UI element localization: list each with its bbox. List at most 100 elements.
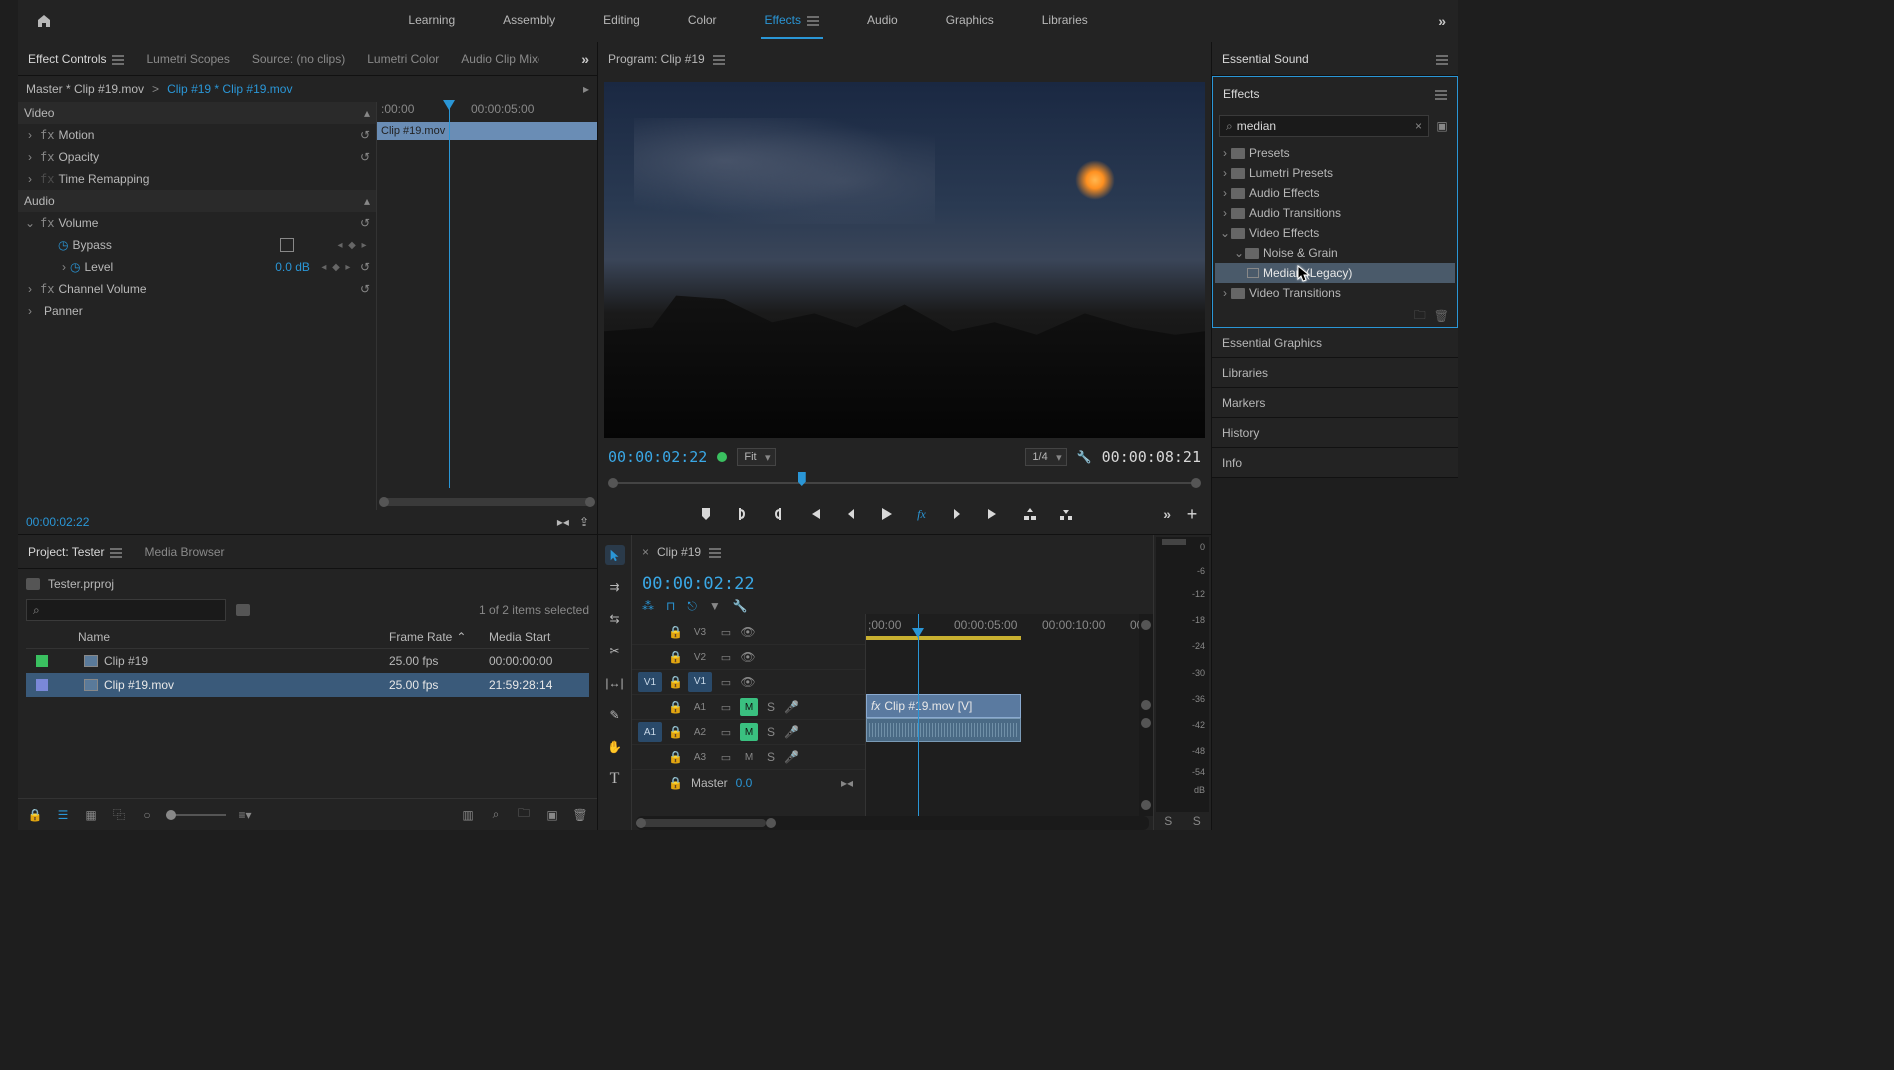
track-header-v2[interactable]: 🔒V2▭👁 <box>632 645 865 670</box>
tree-folder-audio-transitions[interactable]: ›Audio Transitions <box>1215 203 1455 223</box>
master-level[interactable]: 0.0 <box>736 776 753 790</box>
workspace-tab-editing[interactable]: Editing <box>599 3 644 39</box>
hamburger-icon[interactable] <box>1436 54 1448 64</box>
overflow-chevron-icon[interactable]: » <box>1438 13 1446 29</box>
tab-project[interactable]: Project: Tester <box>26 541 124 563</box>
timeline-vertical-scrollbar[interactable] <box>1139 614 1153 816</box>
lock-icon[interactable]: 🔒 <box>668 700 682 714</box>
eye-icon[interactable]: 👁 <box>740 650 756 664</box>
zoom-level-dropdown[interactable]: Fit <box>737 448 775 466</box>
effect-controls-timeline[interactable]: :00:00 00:00:05:00 Clip #19.mov <box>376 102 597 510</box>
tree-folder-lumetri-presets[interactable]: ›Lumetri Presets <box>1215 163 1455 183</box>
effects-search-field[interactable] <box>1237 119 1415 133</box>
reset-icon[interactable]: ↺ <box>360 260 370 274</box>
source-patch-v1[interactable]: V1 <box>638 672 662 692</box>
prev-keyframe-icon[interactable]: ◂ <box>318 262 330 273</box>
extract-button[interactable] <box>1057 505 1075 523</box>
ripple-edit-tool[interactable]: ⇆ <box>605 609 625 629</box>
mark-out-button[interactable] <box>769 505 787 523</box>
stopwatch-icon[interactable]: ◷ <box>58 238 68 252</box>
track-name[interactable]: A2 <box>688 727 712 738</box>
label-swatch[interactable] <box>36 655 48 667</box>
lock-icon[interactable]: 🔒 <box>26 808 44 822</box>
ec-current-time[interactable]: 00:00:02:22 <box>26 515 89 529</box>
fx-icon[interactable]: fx <box>40 128 54 142</box>
collapse-icon[interactable]: ▴ <box>364 194 370 208</box>
program-scrubber[interactable] <box>608 472 1201 492</box>
tab-lumetri-color[interactable]: Lumetri Color <box>365 48 441 70</box>
lock-icon[interactable]: 🔒 <box>668 650 682 664</box>
tree-folder-noise-grain[interactable]: ⌄Noise & Grain <box>1215 243 1455 263</box>
reset-icon[interactable]: ↺ <box>360 128 370 142</box>
ec-clip-bar[interactable]: Clip #19.mov <box>377 122 597 140</box>
twirl-icon[interactable]: › <box>24 304 36 318</box>
workspace-tab-learning[interactable]: Learning <box>404 3 459 39</box>
track-name[interactable]: V1 <box>688 672 712 692</box>
tree-effect-median-legacy[interactable]: Median (Legacy) <box>1215 263 1455 283</box>
panner-label[interactable]: Panner <box>44 304 370 318</box>
label-swatch[interactable] <box>36 679 48 691</box>
overflow-chevron-icon[interactable]: » <box>581 51 589 67</box>
hand-tool[interactable]: ✋ <box>605 737 625 757</box>
go-to-in-button[interactable] <box>805 505 823 523</box>
solo-button[interactable]: S <box>764 750 778 764</box>
bypass-checkbox[interactable] <box>280 238 294 252</box>
tab-audio-clip-mixer[interactable]: Audio Clip Mixer <box>459 48 539 70</box>
fx-icon[interactable]: fx <box>40 150 54 164</box>
tree-folder-presets[interactable]: ›Presets <box>1215 143 1455 163</box>
workspace-tab-audio[interactable]: Audio <box>863 3 902 39</box>
track-header-a2[interactable]: A1🔒A2▭MS🎤 <box>632 720 865 745</box>
column-name[interactable]: Name <box>56 630 389 644</box>
overflow-chevron-icon[interactable]: » <box>1163 506 1171 522</box>
essential-sound-header[interactable]: Essential Sound <box>1212 42 1458 76</box>
mute-button[interactable]: M <box>740 748 758 766</box>
razor-tool[interactable]: ✂ <box>605 641 625 661</box>
mute-button[interactable]: M <box>740 698 758 716</box>
track-header-a1[interactable]: 🔒A1▭MS🎤 <box>632 695 865 720</box>
list-view-icon[interactable]: ☰ <box>54 808 72 822</box>
history-panel-header[interactable]: History <box>1212 418 1458 448</box>
tree-folder-audio-effects[interactable]: ›Audio Effects <box>1215 183 1455 203</box>
workspace-tab-color[interactable]: Color <box>684 3 721 39</box>
track-select-tool[interactable]: ⇉ <box>605 577 625 597</box>
pen-tool[interactable]: ✎ <box>605 705 625 725</box>
fx-toggle-button[interactable]: fx <box>913 505 931 523</box>
volume-label[interactable]: Volume <box>58 216 359 230</box>
freeform-view-icon[interactable]: ⿻ <box>110 806 128 823</box>
tree-folder-video-transitions[interactable]: ›Video Transitions <box>1215 283 1455 303</box>
reset-icon[interactable]: ↺ <box>360 282 370 296</box>
button-editor-plus-icon[interactable]: + <box>1183 505 1201 523</box>
delete-icon[interactable]: 🗑 <box>1434 309 1449 323</box>
time-remapping-label[interactable]: Time Remapping <box>58 172 370 186</box>
new-custom-bin-icon[interactable]: ▣ <box>1433 119 1451 133</box>
reset-icon[interactable]: ↺ <box>360 150 370 164</box>
track-name[interactable]: A3 <box>688 752 712 763</box>
twirl-icon[interactable]: › <box>24 128 36 142</box>
twirl-icon[interactable]: ⌄ <box>24 216 36 230</box>
thumbnail-size-slider[interactable] <box>166 814 226 816</box>
hamburger-icon[interactable] <box>713 54 725 64</box>
loop-playback-icon[interactable]: ▸◂ <box>557 515 569 529</box>
eye-icon[interactable]: 👁 <box>740 675 756 689</box>
lift-button[interactable] <box>1021 505 1039 523</box>
column-media-start[interactable]: Media Start <box>489 630 589 644</box>
timeline-settings-wrench-icon[interactable]: 🔧 <box>733 599 748 614</box>
zoom-slider-dot[interactable]: ○ <box>138 808 156 822</box>
lock-icon[interactable]: 🔒 <box>668 625 682 639</box>
twirl-icon[interactable]: › <box>58 260 70 274</box>
tab-source[interactable]: Source: (no clips) <box>250 48 347 70</box>
lock-icon[interactable]: 🔒 <box>668 725 682 739</box>
lock-icon[interactable]: 🔒 <box>668 675 682 689</box>
tab-effect-controls[interactable]: Effect Controls <box>26 48 126 70</box>
new-bin-folder-icon[interactable]: 🗀 <box>1414 306 1426 327</box>
mark-in-button[interactable] <box>733 505 751 523</box>
tab-lumetri-scopes[interactable]: Lumetri Scopes <box>144 48 231 70</box>
track-name[interactable]: A1 <box>688 702 712 713</box>
twirl-icon[interactable]: › <box>24 282 36 296</box>
fx-icon[interactable]: fx <box>40 282 54 296</box>
sort-icon[interactable]: ≡▾ <box>236 808 254 822</box>
sync-lock-icon[interactable]: ▭ <box>718 726 734 739</box>
libraries-panel-header[interactable]: Libraries <box>1212 358 1458 388</box>
workspace-tab-libraries[interactable]: Libraries <box>1038 3 1092 39</box>
lock-icon[interactable]: 🔒 <box>668 776 683 790</box>
